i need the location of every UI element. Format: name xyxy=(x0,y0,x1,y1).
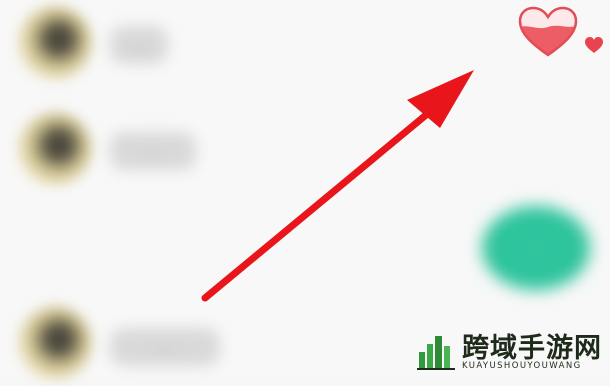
watermark-subtitle: KUAYUSHOUYOUWANG xyxy=(462,361,582,371)
screen: ... ... ... ... 跨域手游网 KUAYUSHOUYOUWANG xyxy=(0,0,610,380)
site-logo xyxy=(417,336,455,370)
small-heart-icon xyxy=(585,37,603,53)
action-button[interactable]: ... xyxy=(482,206,590,290)
avatar[interactable] xyxy=(18,306,92,380)
action-button-label: ... xyxy=(528,236,544,255)
contact-name: ... xyxy=(110,132,196,170)
contact-name: ... xyxy=(110,26,168,64)
heart-icon[interactable] xyxy=(517,6,579,58)
watermark-title: 跨域手游网 xyxy=(462,333,602,364)
avatar[interactable] xyxy=(18,6,92,80)
watermark: 跨域手游网 KUAYUSHOUYOUWANG xyxy=(414,324,610,377)
avatar[interactable] xyxy=(18,112,92,186)
contact-name: ... xyxy=(110,328,220,366)
